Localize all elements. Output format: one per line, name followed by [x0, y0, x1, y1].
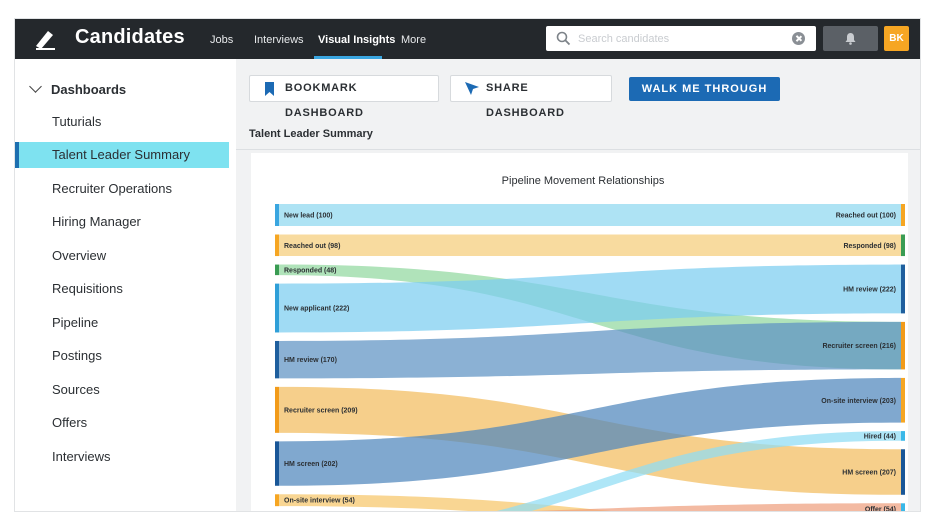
- source-node-label: New applicant (222): [284, 306, 349, 313]
- share-arrow-icon: [465, 82, 479, 95]
- target-node-label: HM screen (207): [842, 470, 896, 477]
- sidebar-item-interviews[interactable]: Interviews: [15, 444, 229, 470]
- sidebar-item-pipeline[interactable]: Pipeline: [15, 310, 229, 336]
- target-node-label: Responded (98): [843, 243, 896, 250]
- dashboards-section-toggle[interactable]: Dashboards: [29, 80, 127, 97]
- sankey-link[interactable]: [279, 234, 901, 257]
- sidebar-item-postings[interactable]: Postings: [15, 343, 229, 369]
- source-node-bar[interactable]: [275, 386, 279, 433]
- sankey-link[interactable]: [279, 204, 901, 226]
- nav-interviews[interactable]: Interviews: [254, 34, 304, 46]
- bell-icon: [845, 33, 856, 45]
- search-icon: [556, 31, 571, 46]
- dashboards-section-label: Dashboards: [51, 82, 127, 97]
- bookmark-icon: [265, 82, 274, 96]
- pipeline-sankey-chart: Pipeline Movement Relationships New lead…: [275, 175, 905, 512]
- search-input[interactable]: [578, 29, 788, 48]
- nav-more[interactable]: More: [401, 34, 426, 46]
- target-node-bar[interactable]: [901, 264, 905, 314]
- sidebar: Dashboards Tuturials Talent Leader Summa…: [15, 59, 236, 511]
- source-node-bar[interactable]: [275, 340, 279, 379]
- section-title: Talent Leader Summary: [249, 128, 373, 140]
- target-node-bar[interactable]: [901, 449, 905, 495]
- nav-jobs[interactable]: Jobs: [210, 34, 233, 46]
- source-node-bar[interactable]: [275, 264, 279, 276]
- source-node-label: Reached out (98): [284, 243, 340, 250]
- source-node-label: On-site interview (54): [284, 498, 355, 505]
- target-node-label: Offer (54): [865, 507, 896, 512]
- source-node-label: Recruiter screen (209): [284, 407, 358, 414]
- notifications-button[interactable]: [823, 26, 878, 51]
- active-nav-indicator: [314, 56, 382, 59]
- sidebar-item-hiring-manager[interactable]: Hiring Manager: [15, 209, 229, 235]
- source-node-bar[interactable]: [275, 204, 279, 226]
- target-node-bar[interactable]: [901, 234, 905, 257]
- source-node-label: HM review (170): [284, 357, 337, 364]
- share-dashboard-label: SHARE DASHBOARD: [486, 82, 565, 119]
- top-navigation-bar: Candidates Jobs Interviews Visual Insigh…: [15, 19, 920, 59]
- source-node-label: New lead (100): [284, 213, 333, 220]
- source-node-bar[interactable]: [275, 494, 279, 507]
- target-node-bar[interactable]: [901, 377, 905, 423]
- target-node-label: Hired (44): [864, 433, 896, 440]
- sidebar-item-talent-leader-summary[interactable]: Talent Leader Summary: [15, 142, 229, 168]
- search-box[interactable]: [546, 26, 816, 51]
- user-avatar[interactable]: BK: [884, 26, 909, 51]
- bookmark-dashboard-label: BOOKMARK DASHBOARD: [285, 82, 364, 119]
- section-divider: [236, 149, 920, 150]
- target-node-label: HM review (222): [843, 286, 896, 293]
- target-node-bar[interactable]: [901, 321, 905, 370]
- target-node-bar[interactable]: [901, 204, 905, 226]
- sidebar-item-recruiter-operations[interactable]: Recruiter Operations: [15, 176, 229, 202]
- sidebar-item-tuturials[interactable]: Tuturials: [15, 109, 229, 135]
- sidebar-item-overview[interactable]: Overview: [15, 243, 229, 269]
- target-node-bar[interactable]: [901, 503, 905, 512]
- source-node-label: Responded (48): [284, 267, 337, 274]
- sidebar-item-offers[interactable]: Offers: [15, 410, 229, 436]
- target-node-bar[interactable]: [901, 431, 905, 441]
- app-window: Candidates Jobs Interviews Visual Insigh…: [14, 18, 921, 512]
- pencil-logo-icon[interactable]: [33, 27, 57, 51]
- source-node-bar[interactable]: [275, 283, 279, 333]
- sankey-chart-card: Pipeline Movement Relationships New lead…: [251, 153, 908, 512]
- walk-me-through-button[interactable]: WALK ME THROUGH: [629, 77, 780, 101]
- sankey-links: [279, 204, 901, 511]
- clear-search-icon[interactable]: [792, 32, 805, 45]
- chevron-down-icon: [29, 80, 42, 93]
- source-node-bar[interactable]: [275, 441, 279, 486]
- sidebar-item-requisitions[interactable]: Requisitions: [15, 276, 229, 302]
- target-node-label: Recruiter screen (216): [822, 343, 896, 350]
- sidebar-item-sources[interactable]: Sources: [15, 377, 229, 403]
- chart-title: Pipeline Movement Relationships: [502, 175, 665, 187]
- source-node-bar[interactable]: [275, 234, 279, 257]
- nav-visual-insights[interactable]: Visual Insights: [318, 34, 395, 46]
- source-node-label: HM screen (202): [284, 461, 338, 468]
- target-node-label: Reached out (100): [836, 213, 896, 220]
- app-title: Candidates: [75, 26, 185, 48]
- bookmark-dashboard-button[interactable]: BOOKMARK DASHBOARD: [249, 75, 439, 119]
- share-dashboard-button[interactable]: SHARE DASHBOARD: [450, 75, 612, 119]
- target-node-label: On-site interview (203): [821, 398, 896, 405]
